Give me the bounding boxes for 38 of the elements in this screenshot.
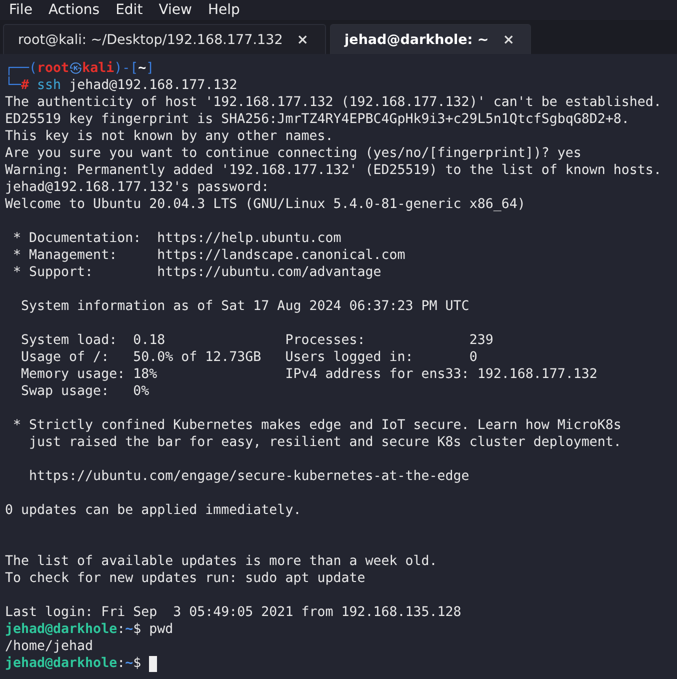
terminal-line: Last login: Fri Sep 3 05:49:05 2021 from 192.168.135.128 bbox=[5, 604, 462, 621]
menu-item[interactable]: View bbox=[158, 2, 192, 18]
command-text: pwd bbox=[148, 621, 174, 638]
terminal-line: jehad@192.168.177.132's password: bbox=[5, 179, 270, 196]
terminal-tab[interactable]: root@kali: ~/Desktop/192.168.177.132 × bbox=[3, 24, 326, 54]
terminal-line: Are you sure you want to continue connecting (yes/no/[fingerprint])? yes bbox=[5, 145, 582, 162]
terminal-line: Welcome to Ubuntu 20.04.3 LTS (GNU/Linux 5.4.0-81-generic x86_64) bbox=[5, 196, 526, 213]
terminal-line: * Management: https://landscape.canonical.com bbox=[12, 247, 406, 264]
shell-prompt: jehad@darkhole:~$ bbox=[5, 621, 142, 638]
terminal-line: just raised the bar for easy, resilient and secure K8s cluster deployment. bbox=[28, 434, 622, 451]
terminal-line: Memory usage: 18% IPv4 address for ens33: 192.168.177.132 bbox=[20, 366, 598, 383]
terminal-line: Swap usage: 0% bbox=[20, 383, 150, 400]
terminal-line: The list of available updates is more than a week old. bbox=[5, 553, 438, 570]
menu-item[interactable]: Help bbox=[208, 2, 240, 18]
menu-item[interactable]: File bbox=[9, 2, 32, 18]
terminal-line: * Support: https://ubuntu.com/advantage bbox=[12, 264, 382, 281]
menu-item[interactable]: Edit bbox=[116, 2, 143, 18]
close-tab-button[interactable]: × bbox=[296, 32, 309, 48]
shell-prompt: jehad@darkhole:~$ bbox=[5, 655, 142, 672]
close-tab-button[interactable]: × bbox=[502, 32, 514, 48]
terminal-line: To check for new updates run: sudo apt update bbox=[5, 570, 366, 587]
text-cursor bbox=[149, 656, 158, 672]
terminal-line: * Documentation: https://help.ubuntu.com bbox=[12, 230, 342, 247]
terminal-line: 0 updates can be applied immediately. bbox=[5, 502, 302, 519]
terminal-line: System information as of Sat 17 Aug 2024 06:37:23 PM UTC bbox=[20, 298, 470, 315]
terminal-line: System load: 0.18 Processes: 239 bbox=[20, 332, 494, 349]
terminal-line: This key is not known by any other names. bbox=[5, 128, 334, 145]
terminal-tab[interactable]: jehad@darkhole: ~ × bbox=[330, 24, 532, 54]
terminal-line: Warning: Permanently added '192.168.177.132' (ED25519) to the list of known hosts. bbox=[5, 162, 662, 179]
menu-item[interactable]: Actions bbox=[48, 2, 100, 18]
terminal-line: /home/jehad bbox=[5, 638, 94, 655]
terminal-line: ED25519 key fingerprint is SHA256:JmrTZ4RY4EPBC4GpHk9i3+c29L5n1QtcfSgbqG8D2+8. bbox=[5, 111, 630, 128]
terminal-line: https://ubuntu.com/engage/secure-kubernetes-at-the-edge bbox=[28, 468, 470, 485]
terminal-line: Usage of /: 50.0% of 12.73GB Users logged in: 0 bbox=[20, 349, 478, 366]
terminal-line: * Strictly confined Kubernetes makes edge and IoT secure. Learn how MicroK8s bbox=[12, 417, 622, 434]
terminal-line: The authenticity of host '192.168.177.132 (192.168.177.132)' can't be established. bbox=[5, 94, 662, 111]
command-line: └─# ssh jehad@192.168.177.132 bbox=[5, 77, 238, 94]
prompt-header: ┌──(root㉿kali)-[~] bbox=[5, 60, 154, 76]
